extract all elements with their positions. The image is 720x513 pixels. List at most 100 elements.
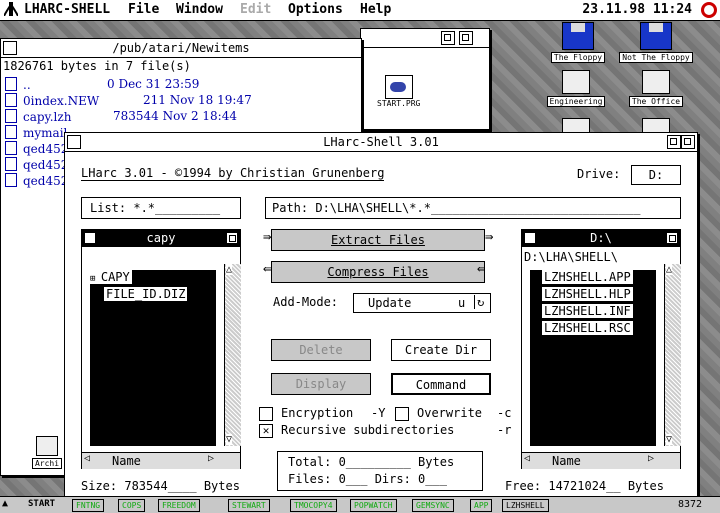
icon-label: Archi [31,458,63,469]
menu-options[interactable]: Options [288,2,343,17]
pane-full-icon[interactable] [226,232,238,244]
compress-arrow-right-icon: ⇚ [477,261,486,277]
desktop-icon-floppy[interactable]: The Floppy [538,22,618,63]
pane-footer: ◁ Name ▷ [522,452,680,469]
extract-files-button[interactable]: Extract Files [271,229,485,251]
task-item[interactable]: FREEDOM [158,499,200,512]
encryption-checkbox[interactable] [259,407,273,421]
list-item[interactable]: LZHSHELL.INF [542,304,633,318]
delete-button[interactable]: Delete [271,339,371,361]
menu-window[interactable]: Window [176,2,223,17]
start-prg-label: START.PRG [377,99,421,108]
list-item[interactable]: 0index.NEW 211 Nov 18 19:47 [1,93,252,109]
start-button[interactable]: START [28,499,55,509]
pane-full-icon[interactable] [666,232,678,244]
vertical-scrollbar[interactable] [224,264,241,446]
encryption-key: -Y [371,406,386,420]
scroll-left-icon[interactable]: ◁ [84,453,90,464]
task-item[interactable]: GEMSYNC [412,499,454,512]
path-field[interactable]: Path: D:\LHA\SHELL\*.*__________________… [265,197,681,219]
start-arrow-icon[interactable]: ▲ [2,498,8,509]
list-item[interactable]: FILE_ID.DIZ [104,287,188,301]
menu-file[interactable]: File [128,2,159,17]
task-item[interactable]: POPWATCH [350,499,397,512]
floppy-icon [562,22,594,50]
icon-label: Engineering [546,96,606,107]
lharc-shell-window[interactable]: LHarc-Shell 3.01 LHarc 3.01 - ©1994 by C… [64,132,698,498]
file-icon [5,109,17,123]
menu-lharc-shell[interactable]: LHARC-SHELL [24,2,110,17]
recursive-checkbox[interactable]: ✕ [259,424,273,438]
iconify-icon[interactable] [459,31,473,45]
icon-label: Not The Floppy [619,52,693,63]
desktop-icon-not-floppy[interactable]: Not The Floppy [616,22,696,63]
overwrite-checkbox[interactable] [395,407,409,421]
atari-logo-icon[interactable] [3,2,19,17]
command-button[interactable]: Command [391,373,491,395]
drive-label: Drive: [577,167,621,181]
task-item[interactable]: COPS [118,499,146,512]
menu-bar: LHARC-SHELL File Window Edit Options Hel… [0,0,720,21]
list-item[interactable]: LZHSHELL.APP [542,270,633,284]
encryption-label: Encryption [281,406,354,420]
dialog-title: LHarc-Shell 3.01 [323,135,439,149]
create-dir-button[interactable]: Create Dir [391,339,491,361]
add-mode-label: Add-Mode: [273,295,339,309]
list-item[interactable]: capy.lzh 783544 Nov 2 18:44 [1,109,237,125]
task-item[interactable]: FNTNG [72,499,105,512]
file-icon [5,157,17,171]
scroll-up-icon[interactable]: △ [226,264,233,275]
iconify-icon[interactable] [667,135,681,149]
add-mode-value: Update [368,296,412,310]
pane-footer: ◁ Name ▷ [82,452,240,469]
file-window-title: /pub/atari/Newitems [112,41,250,55]
menu-help[interactable]: Help [360,2,391,17]
totals-box: Total: 0_________ Bytes Files: 0___ Dirs… [277,451,483,491]
archive-pane: capy ⊞ CAPY FILE_ID.DIZ △ ▽ ◁ Name ▷ [81,229,241,469]
add-mode-select[interactable]: Update u ↻ [353,293,491,313]
list-item[interactable]: .. 0 Dec 31 23:59 [1,77,199,93]
directory-pane: D:\ D:\LHA\SHELL\ LZHSHELL.APP LZHSHELL.… [521,229,681,469]
sort-name-label[interactable]: Name [552,454,581,468]
menu-edit[interactable]: Edit [240,2,271,17]
list-item[interactable]: LZHSHELL.HLP [542,287,633,301]
archive-size: Size: 783544____ Bytes [81,479,240,493]
scroll-down-icon[interactable]: ▽ [226,434,233,445]
drive-field[interactable]: D: [631,165,681,185]
list-filter-field[interactable]: List: *.*_________ [81,197,241,219]
desktop-icon-engineering[interactable]: Engineering [536,70,616,107]
task-item[interactable]: TMOCOPY4 [290,499,337,512]
compress-files-button[interactable]: Compress Files [271,261,485,283]
scroll-right-icon[interactable]: ▷ [208,453,214,464]
recursive-label: Recursive subdirectories [281,423,455,437]
pane-close-icon[interactable] [84,232,96,244]
list-item[interactable]: ⊞ CAPY [88,270,132,284]
pane-close-icon[interactable] [524,232,536,244]
start-prg-icon[interactable]: START.PRG [377,75,420,108]
background-window[interactable]: START.PRG [360,28,490,130]
taskbar-status: 8372 [678,499,703,510]
desktop-icon-office[interactable]: The Office [616,70,696,107]
add-mode-key: u [458,296,466,310]
task-item-active[interactable]: LZHSHELL [502,499,549,512]
scroll-down-icon[interactable]: ▽ [666,434,673,445]
sort-name-label[interactable]: Name [112,454,141,468]
cycle-icon[interactable]: ↻ [474,295,484,309]
fullsize-icon[interactable] [681,135,695,149]
display-button[interactable]: Display [271,373,371,395]
scroll-up-icon[interactable]: △ [666,264,673,275]
file-icon [5,77,17,91]
recursive-key: -r [497,423,512,437]
scroll-right-icon[interactable]: ▷ [648,453,654,464]
task-item[interactable]: APP [470,499,493,512]
task-item[interactable]: STEWART [228,499,270,512]
full-icon[interactable] [441,31,455,45]
scroll-left-icon[interactable]: ◁ [524,453,530,464]
vertical-scrollbar[interactable] [664,264,681,446]
file-dir-count: Files: 0___ Dirs: 0___ [288,472,447,486]
overwrite-label: Overwrite [417,406,483,420]
list-item[interactable]: LZHSHELL.RSC [542,321,633,335]
drive-icon [642,70,670,94]
clock: 23.11.98 11:24 [582,2,692,17]
system-ring-icon[interactable] [701,2,717,18]
